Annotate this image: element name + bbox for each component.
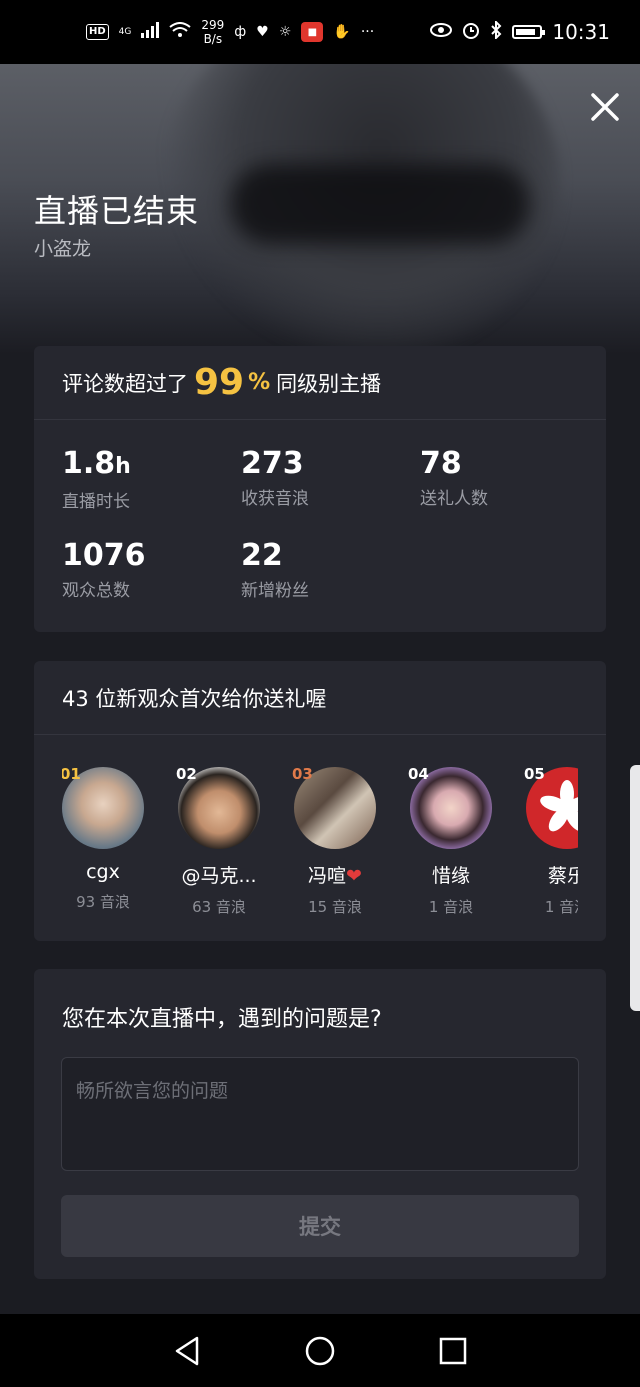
comment-rank-percent: 99 (194, 362, 245, 403)
wifi-icon (169, 22, 191, 42)
hd-badge: HD (86, 24, 109, 40)
back-button[interactable] (167, 1331, 207, 1371)
submit-button[interactable]: 提交 (61, 1195, 579, 1257)
home-button[interactable] (300, 1331, 340, 1371)
stat-value: 1076 (62, 538, 146, 573)
stat-label: 观众总数 (62, 581, 130, 601)
heart-icon: ❤ (346, 865, 362, 887)
stat-value: 78 (420, 446, 462, 481)
gifter-item[interactable]: 01 cgx 93 音浪 (62, 765, 148, 912)
gifter-name-text: 冯喧 (308, 865, 347, 887)
speed-value: 299 (201, 18, 225, 32)
gifter-amount: 1 音浪 (428, 898, 474, 916)
stat-duration: 1.8h 直播时长 (62, 446, 131, 512)
gifter-item[interactable]: 02 @马克... 63 音浪 (174, 765, 264, 917)
network-speed: 299 B/s (201, 18, 224, 46)
brightness-icon: ☼ (278, 24, 292, 40)
stat-gifters: 78 送礼人数 (420, 446, 488, 509)
alarm-icon (462, 21, 480, 43)
gifter-rank: 04 (408, 765, 429, 783)
comment-rank-percent-sign: % (248, 370, 271, 395)
comment-rank-prefix: 评论数超过了 (62, 371, 188, 396)
stat-value: 273 (241, 446, 304, 481)
nfc-icon: ф (234, 24, 247, 40)
summary-card: 评论数超过了 99% 同级别主播 1.8h 直播时长 273 收获音浪 78 送… (34, 346, 606, 632)
gifter-amount: 1 音浪 (544, 898, 578, 916)
comment-rank-suffix: 同级别主播 (276, 371, 382, 396)
stat-label: 收获音浪 (241, 489, 309, 509)
speed-unit: B/s (203, 32, 223, 46)
eye-icon (430, 23, 453, 41)
gifter-rank: 03 (292, 765, 313, 783)
signal-icon (141, 22, 160, 42)
stat-label: 直播时长 (62, 492, 130, 512)
gifter-rank: 01 (62, 765, 81, 783)
stat-value: 22 (241, 538, 283, 573)
gifter-amount: 15 音浪 (308, 898, 362, 916)
stat-label: 送礼人数 (420, 489, 488, 509)
page-title: 直播已结束 (34, 192, 200, 230)
gifter-amount: 63 音浪 (192, 898, 246, 916)
feedback-input[interactable]: 畅所欲言您的问题 (61, 1057, 579, 1171)
stream-ended-header: 直播已结束 小盗龙 (0, 64, 640, 354)
network-type: 4G (118, 27, 132, 37)
stat-viewers: 1076 观众总数 (62, 538, 146, 601)
bluetooth-icon (490, 19, 502, 43)
battery-icon (512, 25, 546, 39)
status-bar-left: HD 4G 299 B/s ф ♥ ☼ ■ ✋ ··· (86, 18, 374, 46)
stat-sound-waves: 273 收获音浪 (241, 446, 309, 509)
gifters-list[interactable]: 01 cgx 93 音浪 02 @马克... 63 音浪 03 冯喧❤ 15 音… (62, 735, 578, 941)
scrollbar[interactable] (630, 765, 640, 1011)
gifters-card: 43 位新观众首次给你送礼喔 01 cgx 93 音浪 02 @马克... 63… (34, 661, 606, 941)
gifter-rank: 05 (524, 765, 545, 783)
gifter-item[interactable]: 03 冯喧❤ 15 音浪 (290, 765, 380, 917)
stat-new-fans: 22 新增粉丝 (241, 538, 309, 601)
gifter-item[interactable]: 05 蔡乐 1 音浪 (522, 765, 578, 917)
recents-square-icon (440, 1337, 467, 1364)
stat-number: 1.8 (62, 446, 116, 481)
blurred-background-detail (230, 164, 530, 244)
close-button[interactable] (590, 92, 620, 122)
host-name: 小盗龙 (34, 238, 92, 260)
health-icon: ♥ (256, 24, 269, 40)
gifter-name: @马克... (181, 865, 257, 887)
hand-icon: ✋ (333, 24, 351, 40)
stat-label: 新增粉丝 (241, 581, 309, 601)
status-bar-right: 10:31 (430, 19, 610, 44)
more-icon: ··· (360, 24, 375, 40)
comment-rank-line: 评论数超过了 99% 同级别主播 (34, 346, 606, 420)
feedback-card: 您在本次直播中，遇到的问题是? 畅所欲言您的问题 提交 (34, 969, 606, 1279)
stat-value: 1.8h (62, 446, 131, 485)
clock-time: 10:31 (552, 20, 610, 44)
recents-button[interactable] (433, 1331, 473, 1371)
system-nav-bar (0, 1314, 640, 1387)
stat-unit: h (115, 454, 131, 479)
gifter-rank: 02 (176, 765, 197, 783)
gifter-amount: 93 音浪 (76, 893, 130, 911)
gifters-heading: 43 位新观众首次给你送礼喔 (34, 661, 606, 735)
gifter-item[interactable]: 04 惜缘 1 音浪 (406, 765, 496, 917)
screen-record-icon: ■ (301, 22, 324, 42)
gifter-name: 惜缘 (431, 865, 470, 887)
back-triangle-icon (175, 1336, 198, 1365)
gifter-name: 冯喧❤ (290, 861, 380, 888)
gifter-name: cgx (86, 861, 120, 883)
status-bar: HD 4G 299 B/s ф ♥ ☼ ■ ✋ ··· 10:31 (0, 0, 640, 64)
feedback-question: 您在本次直播中，遇到的问题是? (62, 1007, 382, 1032)
home-circle-icon (305, 1336, 335, 1365)
gifter-name: 蔡乐 (547, 865, 578, 887)
close-icon (591, 93, 619, 121)
